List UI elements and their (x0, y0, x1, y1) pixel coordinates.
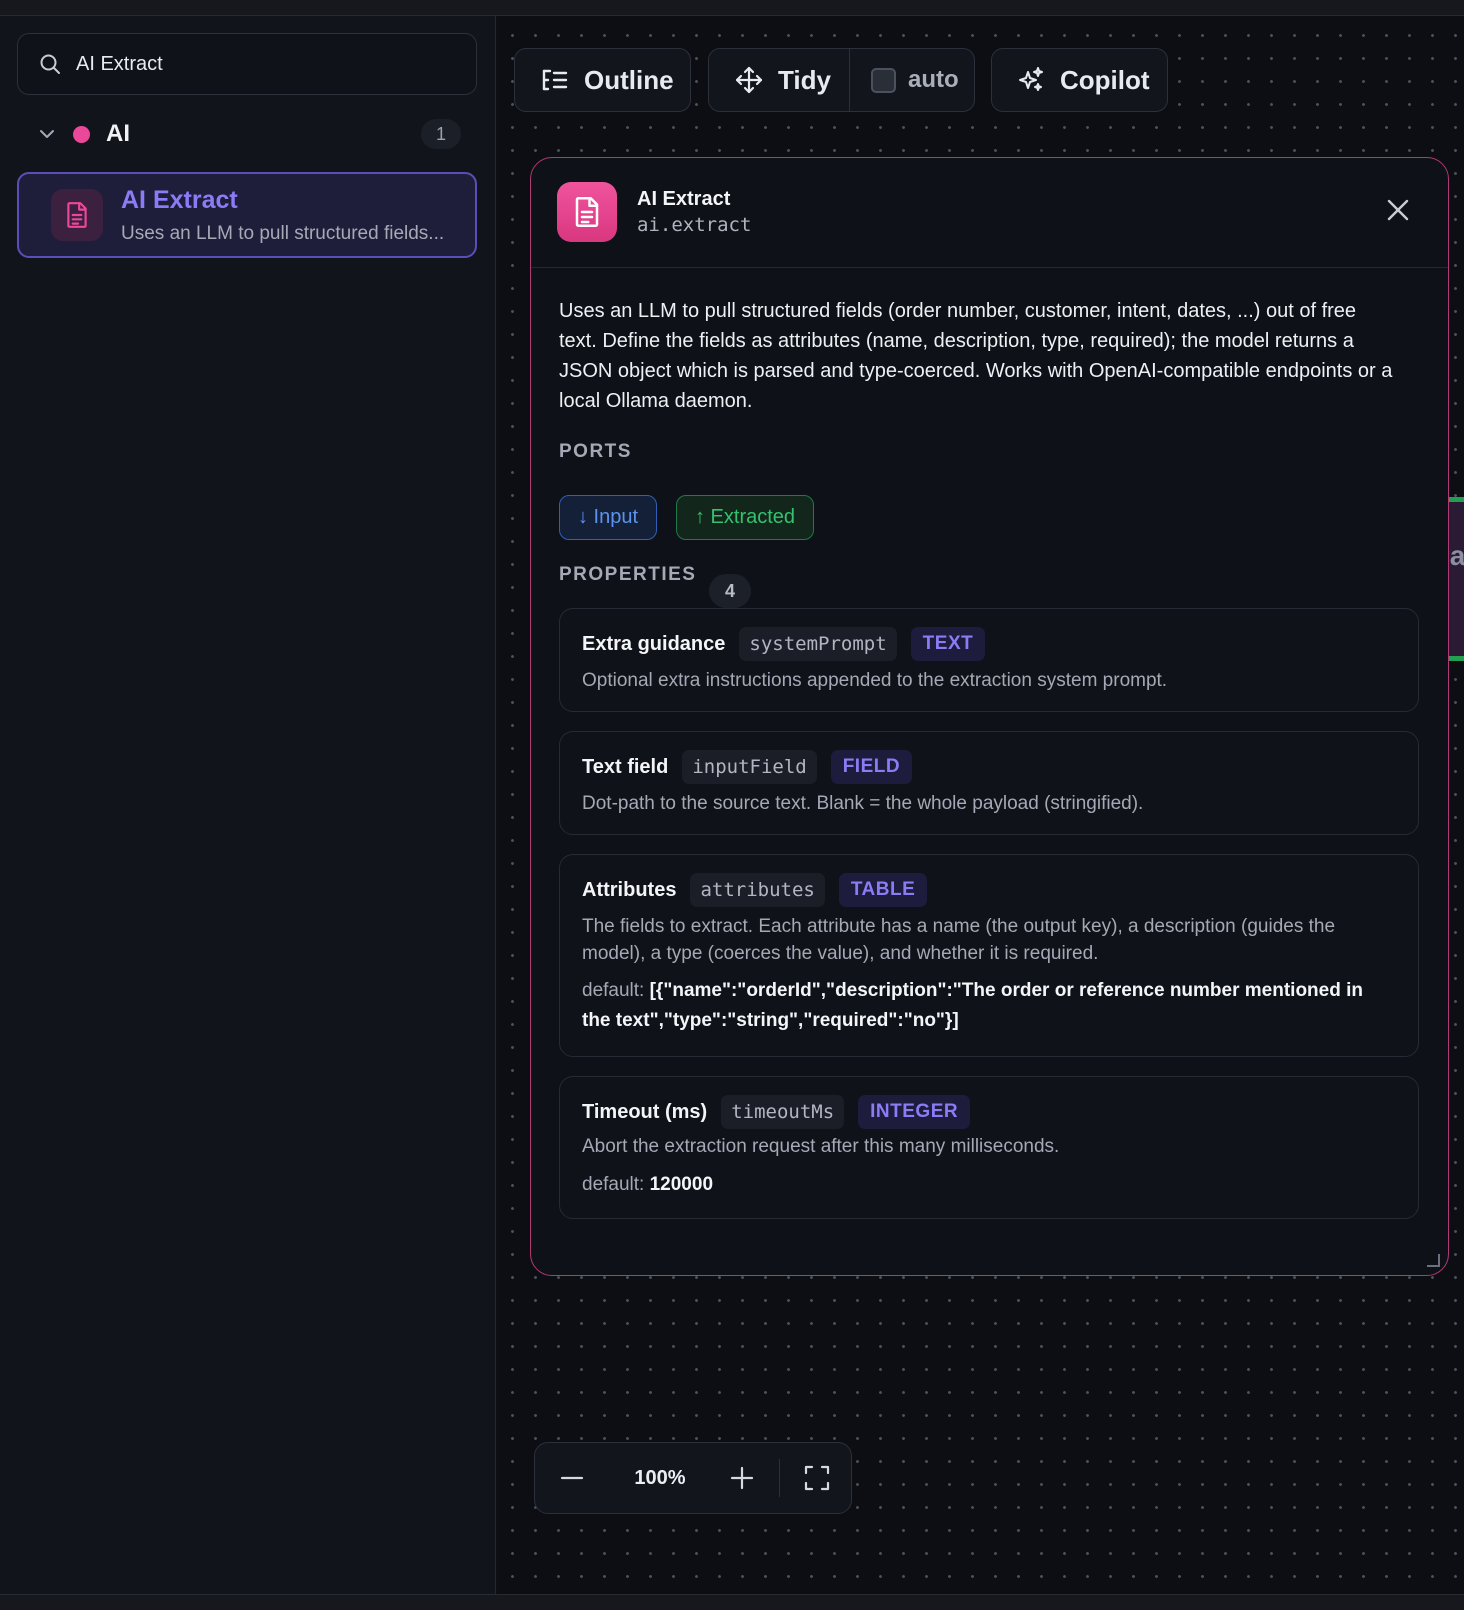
tidy-button[interactable]: Tidy (709, 49, 850, 111)
property-card: Attributes attributes TABLE The fields t… (559, 854, 1419, 1057)
node-item-ai-extract[interactable]: AI Extract Uses an LLM to pull structure… (17, 172, 477, 258)
resize-handle-icon[interactable] (1426, 1253, 1440, 1267)
fit-view-button[interactable] (800, 1461, 834, 1495)
property-name: Timeout (ms) (582, 1100, 708, 1123)
fullscreen-icon (804, 1465, 830, 1491)
panel-type-id: ai.extract (637, 214, 752, 236)
panel-description: Uses an LLM to pull structured fields (o… (559, 300, 1393, 412)
property-card: Extra guidance systemPrompt TEXT Optiona… (559, 608, 1419, 712)
sparkles-icon (1019, 67, 1043, 91)
close-icon[interactable] (1384, 196, 1412, 224)
port-extracted[interactable]: ↑ Extracted (676, 495, 815, 540)
category-label: AI (106, 120, 130, 147)
property-description: Dot-path to the source text. Blank = the… (582, 793, 1144, 814)
auto-label: auto (908, 66, 959, 93)
property-key: attributes (690, 873, 825, 907)
node-item-description: Uses an LLM to pull structured fields... (121, 222, 445, 244)
property-type-badge: INTEGER (858, 1095, 971, 1129)
category-ai[interactable]: AI 1 (17, 112, 477, 156)
tidy-group: Tidy auto (708, 48, 975, 112)
property-type-badge: TEXT (910, 627, 986, 661)
document-icon (557, 182, 617, 242)
ports-heading: PORTS (559, 441, 632, 462)
search-input[interactable] (76, 52, 456, 76)
property-description: The fields to extract. Each attribute ha… (582, 916, 1336, 964)
copilot-label: Copilot (1060, 64, 1150, 95)
plus-icon (730, 1466, 754, 1490)
property-type-badge: FIELD (830, 750, 913, 784)
window-top-bar (0, 0, 1464, 16)
category-color-dot (73, 125, 90, 143)
default-value: [{"name":"orderId","description":"The or… (582, 980, 1363, 1031)
property-card: Text field inputField FIELD Dot-path to … (559, 731, 1419, 835)
property-key: timeoutMs (721, 1095, 845, 1129)
zoom-controls: 100% (534, 1442, 852, 1514)
properties-count-badge: 4 (709, 574, 751, 608)
panel-header: AI Extract ai.extract (531, 158, 1448, 268)
tidy-label: Tidy (778, 64, 831, 95)
property-name: Text field (582, 755, 669, 778)
property-default: default: 120000 (582, 1170, 1392, 1200)
property-description: Abort the extraction request after this … (582, 1136, 1060, 1157)
default-value: 120000 (649, 1174, 714, 1195)
outline-label: Outline (584, 64, 674, 95)
category-count-badge: 1 (421, 119, 461, 149)
property-default: default: [{"name":"orderId","description… (582, 976, 1392, 1036)
search-box[interactable] (17, 33, 477, 95)
default-label: default: (582, 1174, 645, 1195)
move-arrows-icon (735, 66, 763, 94)
search-icon (40, 54, 60, 74)
node-library-sidebar: AI 1 AI Extract Uses an LLM to pull stru… (0, 16, 496, 1594)
zoom-level: 100% (634, 1466, 686, 1489)
property-key: inputField (682, 750, 817, 784)
property-description: Optional extra instructions appended to … (582, 670, 1168, 691)
document-icon (51, 189, 103, 241)
outline-button[interactable]: Outline (514, 48, 691, 112)
node-item-title: AI Extract (121, 185, 238, 214)
property-key: systemPrompt (739, 627, 897, 661)
default-label: default: (582, 980, 645, 1001)
node-detail-panel: AI Extract ai.extract Uses an LLM to pul… (530, 157, 1449, 1276)
zoom-in-button[interactable] (725, 1461, 759, 1495)
chevron-down-icon[interactable] (35, 122, 59, 146)
copilot-button[interactable]: Copilot (991, 48, 1168, 112)
zoom-divider (779, 1459, 780, 1497)
property-name: Extra guidance (582, 632, 726, 655)
panel-title: AI Extract (637, 188, 731, 210)
property-card: Timeout (ms) timeoutMs INTEGER Abort the… (559, 1076, 1419, 1219)
minus-icon (560, 1476, 584, 1480)
property-type-badge: TABLE (838, 873, 928, 907)
auto-tidy-toggle[interactable]: auto (850, 49, 959, 111)
port-input[interactable]: ↓ Input (559, 495, 658, 540)
properties-heading: PROPERTIES (559, 564, 697, 585)
outline-list-icon (542, 69, 568, 91)
auto-checkbox[interactable] (871, 67, 896, 93)
zoom-out-button[interactable] (555, 1461, 589, 1495)
window-bottom-bar (0, 1594, 1464, 1610)
property-name: Attributes (582, 878, 677, 901)
